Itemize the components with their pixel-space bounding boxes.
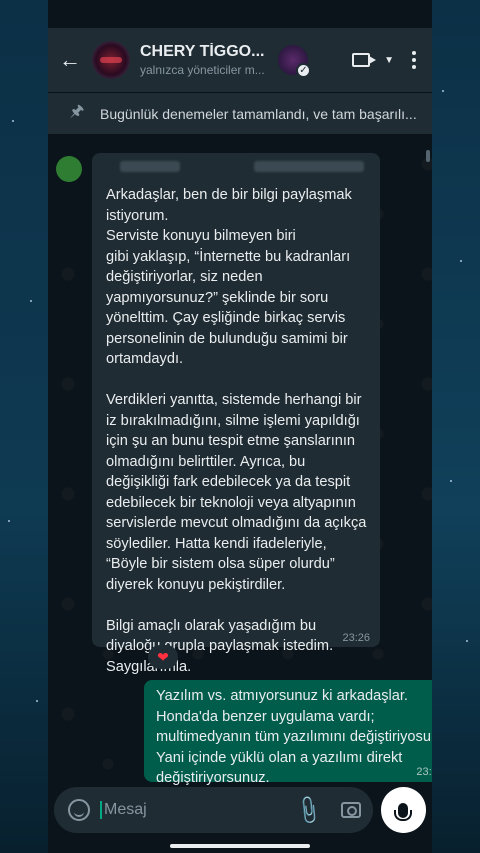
sender-avatar[interactable] xyxy=(56,156,82,182)
chat-screen: ← CHERY TİGGO... yalnızca yöneticiler m.… xyxy=(48,0,432,853)
outgoing-message-bubble[interactable]: Yazılım vs. atmıyorsunuz ki arkadaşlar. … xyxy=(144,680,432,786)
outgoing-message-time: 23:28 xyxy=(416,766,432,778)
home-indicator[interactable] xyxy=(170,844,310,848)
sender-number-redacted xyxy=(254,161,364,172)
sender-name-redacted xyxy=(120,161,180,172)
group-info[interactable]: CHERY TİGGO... yalnızca yöneticiler m... xyxy=(140,43,270,77)
community-badge-icon: ✓ xyxy=(296,63,311,78)
outgoing-message-meta: 23:28 ✓ xyxy=(416,765,432,779)
back-arrow-icon[interactable]: ← xyxy=(48,47,92,73)
message-input-box: 📎 xyxy=(54,787,373,833)
more-options-icon[interactable] xyxy=(412,51,416,69)
attach-icon[interactable]: 📎 xyxy=(291,793,326,828)
camera-icon[interactable] xyxy=(340,802,361,818)
message-input[interactable] xyxy=(100,801,280,819)
incoming-message-bubble[interactable]: Arkadaşlar, ben de bir bilgi paylaşmak i… xyxy=(92,153,380,675)
video-call-icon[interactable]: ▼ xyxy=(352,53,394,67)
group-subtitle: yalnızca yöneticiler m... xyxy=(140,63,265,77)
incoming-message-text: Arkadaşlar, ben de bir bilgi paylaşmak i… xyxy=(106,187,367,675)
background-wallpaper-left xyxy=(0,0,48,853)
mic-icon xyxy=(394,802,413,821)
heart-icon[interactable]: ❤ xyxy=(148,645,178,669)
background-wallpaper-right xyxy=(432,0,480,853)
message-composer: 📎 xyxy=(48,786,432,834)
chat-header: ← CHERY TİGGO... yalnızca yöneticiler m.… xyxy=(48,28,432,92)
chevron-down-icon: ▼ xyxy=(384,54,394,66)
pinned-message-text: Bugünlük denemeler tamamlandı, ve tam ba… xyxy=(100,105,417,122)
group-title: CHERY TİGGO... xyxy=(140,43,265,60)
mic-button[interactable] xyxy=(380,787,426,833)
pinned-message-bar[interactable]: 🖈 Bugünlük denemeler tamamlandı, ve tam … xyxy=(48,92,432,134)
community-avatar[interactable]: ✓ xyxy=(278,45,311,78)
incoming-message-time: 23:26 xyxy=(342,632,370,644)
scrollbar[interactable] xyxy=(426,150,430,162)
emoji-icon[interactable] xyxy=(68,799,90,821)
reaction-emoji: ❤ xyxy=(157,648,169,665)
group-avatar[interactable] xyxy=(92,41,130,79)
outgoing-message-text: Yazılım vs. atmıyorsunuz ki arkadaşlar. … xyxy=(156,688,432,786)
pin-icon: 🖈 xyxy=(69,103,85,120)
